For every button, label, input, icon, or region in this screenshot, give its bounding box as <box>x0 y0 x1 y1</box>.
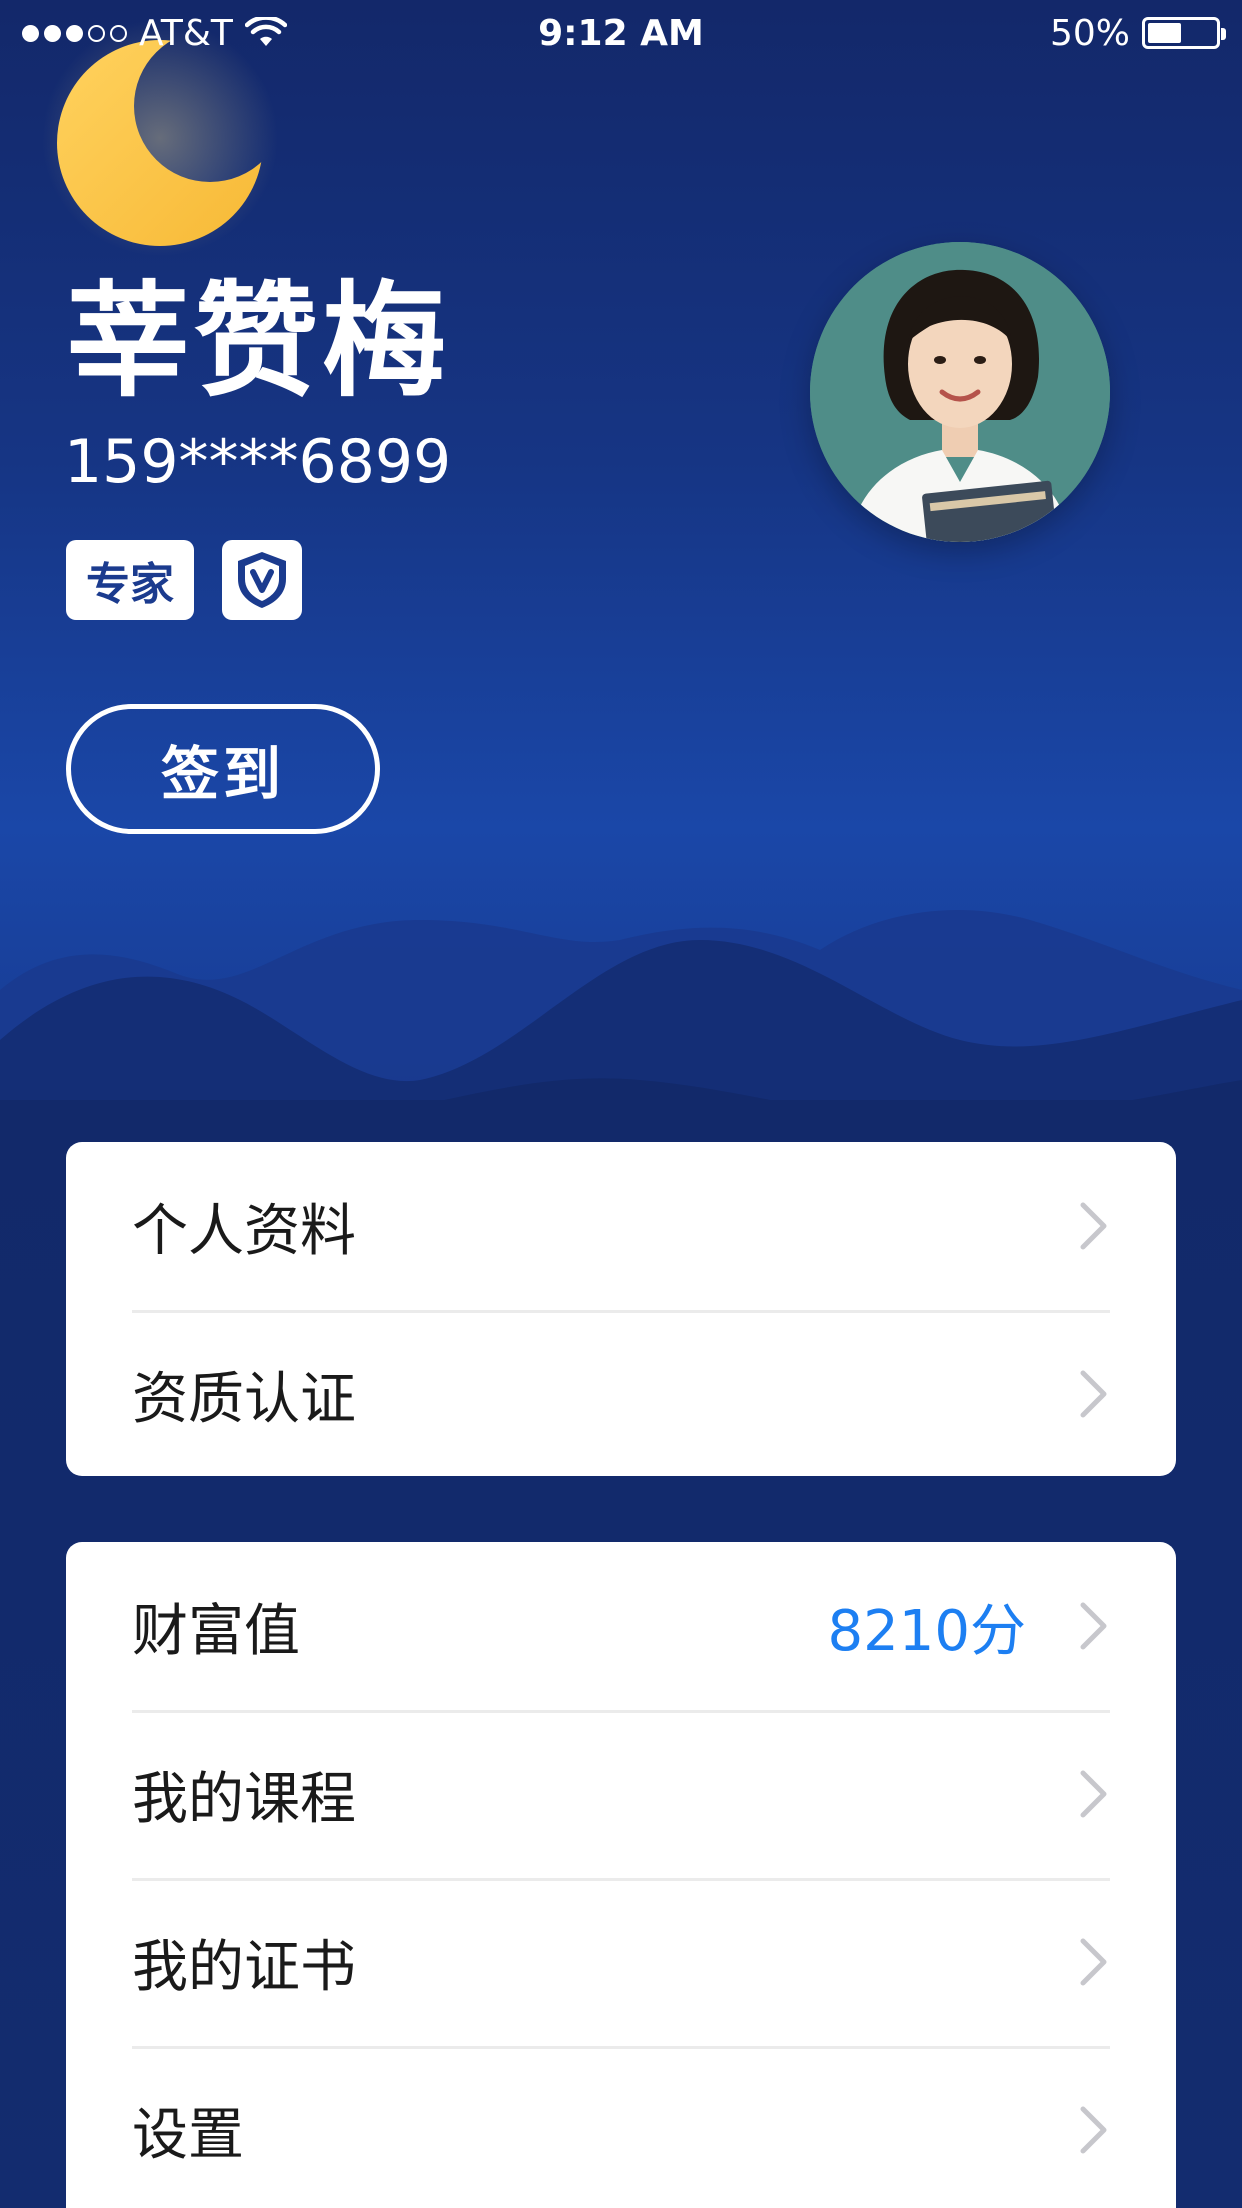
wealth-value: 8210分 <box>827 1598 1026 1664</box>
menu-item-my-certificates[interactable]: 我的证书 <box>66 1878 1176 2046</box>
battery-percent: 50% <box>1049 12 1130 54</box>
wifi-icon <box>244 17 287 46</box>
verified-badge <box>222 540 302 620</box>
account-menu-card: 财富值 8210分 我的课程 我的证书 设置 <box>66 1542 1176 2208</box>
checkin-button[interactable]: 签到 <box>66 704 380 834</box>
profile-menu-card: 个人资料 资质认证 <box>66 1142 1176 1476</box>
menu-item-my-courses[interactable]: 我的课程 <box>66 1710 1176 1878</box>
signal-strength-icon <box>22 24 127 42</box>
user-phone: 159****6899 <box>64 427 452 497</box>
menu-item-wealth[interactable]: 财富值 8210分 <box>66 1542 1176 1710</box>
menu-item-label: 我的课程 <box>132 1766 356 1832</box>
menu-item-settings[interactable]: 设置 <box>66 2046 1176 2208</box>
expert-badge: 专家 <box>66 540 194 620</box>
chevron-right-icon <box>1080 1770 1107 1818</box>
chevron-right-icon <box>1080 1602 1107 1650</box>
menu-item-personal-info[interactable]: 个人资料 <box>66 1142 1176 1310</box>
status-bar: AT&T 9:12 AM 50% <box>0 0 1242 66</box>
user-badges: 专家 <box>66 540 302 620</box>
chevron-right-icon <box>1080 1202 1107 1250</box>
chevron-right-icon <box>1080 1938 1107 1986</box>
menu-item-label: 资质认证 <box>132 1366 356 1432</box>
menu-item-label: 财富值 <box>132 1598 300 1664</box>
menu-item-label: 我的证书 <box>132 1934 356 2000</box>
chevron-right-icon <box>1080 2106 1107 2154</box>
menu-item-qualification[interactable]: 资质认证 <box>66 1310 1176 1476</box>
battery-fill <box>1148 23 1181 43</box>
carrier-label: AT&T <box>139 12 233 54</box>
avatar[interactable] <box>810 242 1110 542</box>
shield-verified-icon <box>238 552 286 608</box>
user-name: 莘赞梅 <box>66 270 451 414</box>
avatar-portrait <box>810 242 1110 542</box>
menu-item-label: 设置 <box>132 2102 244 2168</box>
chevron-right-icon <box>1080 1370 1107 1418</box>
menu-item-label: 个人资料 <box>132 1198 356 1264</box>
battery-icon <box>1142 17 1226 49</box>
